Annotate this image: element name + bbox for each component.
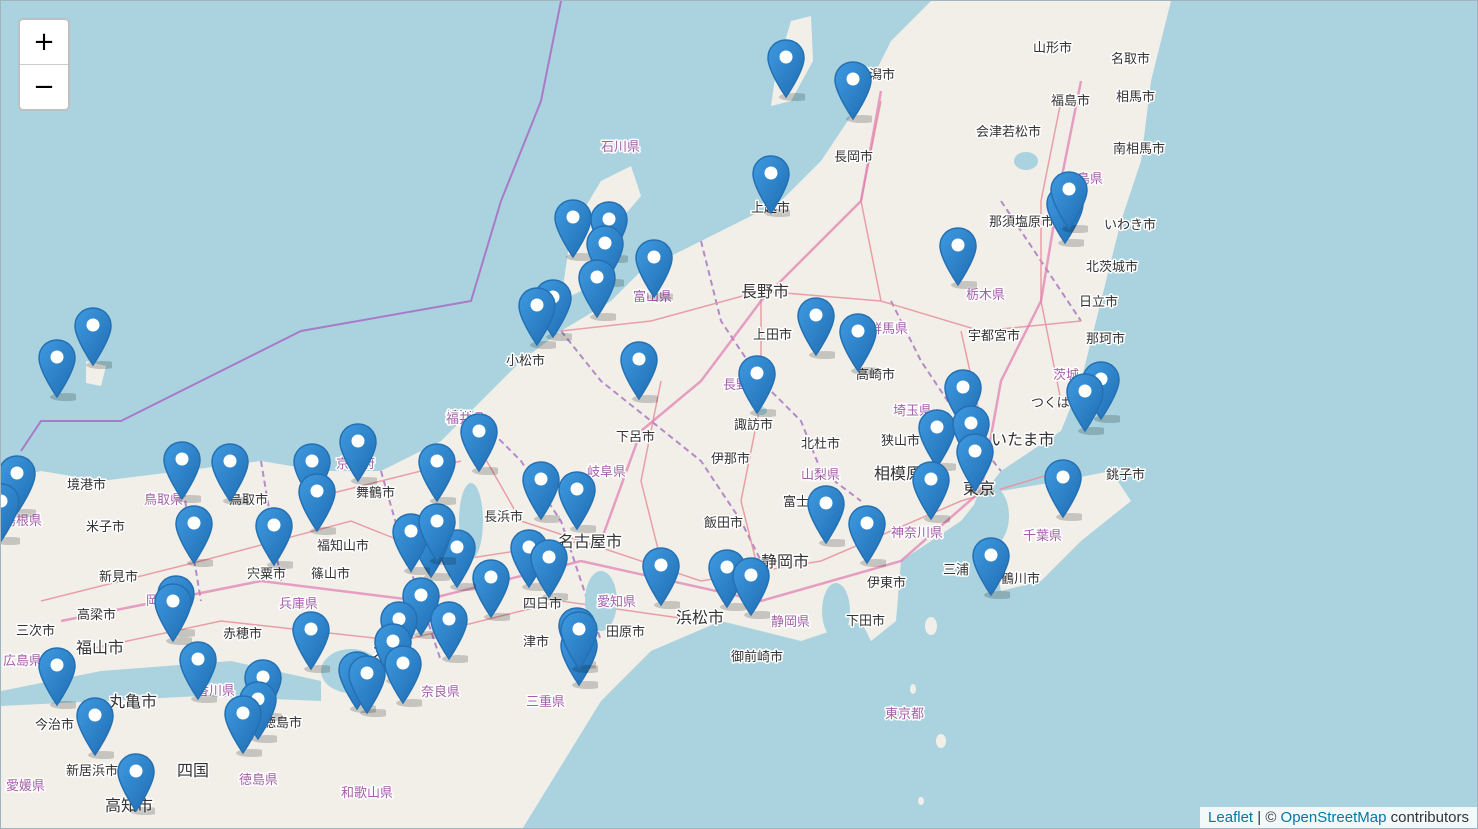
svg-text:千葉県: 千葉県: [1023, 529, 1062, 544]
svg-text:愛知県: 愛知県: [597, 594, 636, 610]
svg-text:小松市: 小松市: [506, 353, 545, 369]
svg-text:諏訪市: 諏訪市: [734, 417, 773, 433]
svg-text:那珂市: 那珂市: [1086, 331, 1125, 347]
svg-text:境港市: 境港市: [67, 477, 106, 493]
svg-text:三次市: 三次市: [16, 623, 55, 639]
osm-link[interactable]: OpenStreetMap: [1281, 809, 1387, 826]
svg-text:津市: 津市: [523, 634, 549, 650]
map-container[interactable]: 山形市 名取市 新潟市 福島市 相馬市 会津若松市 南相馬市 長岡市 那須塩原市…: [0, 0, 1478, 829]
svg-text:三浦: 三浦: [943, 563, 969, 578]
svg-text:東京都: 東京都: [885, 706, 924, 722]
lake-inawashiro: [1014, 152, 1038, 170]
zoom-control: + −: [18, 18, 70, 111]
zoom-out-button[interactable]: −: [20, 64, 68, 109]
svg-text:和歌山県: 和歌山県: [341, 786, 393, 801]
svg-text:米子市: 米子市: [86, 519, 125, 535]
eez-line: [20, 1, 562, 452]
svg-text:今治市: 今治市: [35, 717, 74, 733]
svg-text:下呂市: 下呂市: [616, 429, 655, 445]
svg-text:田原市: 田原市: [606, 624, 645, 640]
leaflet-link[interactable]: Leaflet: [1208, 809, 1253, 826]
svg-text:愛媛県: 愛媛県: [6, 779, 45, 794]
svg-text:北杜市: 北杜市: [801, 436, 840, 452]
svg-text:広島県: 広島県: [3, 654, 42, 669]
svg-text:御前崎市: 御前崎市: [731, 649, 783, 665]
svg-text:下田市: 下田市: [846, 613, 885, 629]
svg-text:那須塩原市: 那須塩原市: [989, 214, 1054, 230]
svg-text:浜松市: 浜松市: [676, 608, 724, 627]
svg-text:神奈川県: 神奈川県: [891, 526, 943, 541]
svg-text:山梨県: 山梨県: [801, 468, 840, 483]
svg-text:伊那市: 伊那市: [711, 451, 750, 467]
svg-text:名古屋市: 名古屋市: [558, 532, 622, 551]
svg-text:つくば: つくば: [1031, 396, 1070, 411]
svg-text:福山市: 福山市: [76, 638, 124, 657]
svg-text:鶴川市: 鶴川市: [1001, 571, 1040, 587]
svg-text:赤穂市: 赤穂市: [223, 626, 262, 642]
map-marker[interactable]: [74, 307, 118, 369]
svg-text:石川県: 石川県: [601, 140, 640, 155]
svg-text:会津若松市: 会津若松市: [976, 124, 1041, 140]
svg-text:相馬市: 相馬市: [1116, 89, 1155, 105]
svg-text:篠山市: 篠山市: [311, 566, 350, 582]
svg-text:狭山市: 狭山市: [881, 433, 920, 449]
svg-text:新居浜市: 新居浜市: [66, 763, 118, 779]
svg-text:静岡県: 静岡県: [771, 615, 810, 630]
svg-text:四国: 四国: [177, 761, 209, 780]
svg-text:宇都宮市: 宇都宮市: [968, 328, 1020, 344]
svg-text:北茨城市: 北茨城市: [1086, 259, 1138, 275]
attribution: Leaflet | © OpenStreetMap contributors: [1200, 807, 1477, 828]
basemap[interactable]: 山形市 名取市 新潟市 福島市 相馬市 会津若松市 南相馬市 長岡市 那須塩原市…: [1, 1, 1478, 829]
svg-text:岐阜県: 岐阜県: [587, 464, 626, 480]
map-marker[interactable]: [38, 339, 82, 401]
svg-text:舞鶴市: 舞鶴市: [356, 485, 395, 501]
attribution-contributors: contributors: [1386, 809, 1469, 826]
svg-text:福知山市: 福知山市: [317, 538, 369, 554]
svg-text:長岡市: 長岡市: [834, 149, 873, 165]
svg-text:徳島県: 徳島県: [239, 773, 278, 788]
svg-text:名取市: 名取市: [1111, 51, 1150, 67]
svg-text:栃木県: 栃木県: [966, 288, 1005, 303]
svg-text:上田市: 上田市: [753, 327, 792, 343]
svg-text:伊東市: 伊東市: [867, 575, 906, 591]
svg-text:山形市: 山形市: [1033, 40, 1072, 56]
svg-text:いたま市: いたま市: [991, 430, 1055, 449]
svg-text:新見市: 新見市: [99, 569, 138, 585]
svg-text:銚子市: 銚子市: [1106, 467, 1145, 483]
svg-text:福島市: 福島市: [1051, 93, 1090, 109]
suruga-bay: [822, 583, 850, 639]
svg-text:富士: 富士: [783, 494, 809, 510]
svg-text:丸亀市: 丸亀市: [109, 692, 157, 711]
zoom-in-button[interactable]: +: [20, 20, 68, 64]
svg-text:日立市: 日立市: [1079, 294, 1118, 310]
svg-text:奈良県: 奈良県: [421, 684, 460, 700]
svg-text:兵庫県: 兵庫県: [279, 597, 318, 612]
svg-text:静岡市: 静岡市: [761, 552, 809, 571]
attribution-separator: | ©: [1253, 809, 1281, 826]
svg-text:いわき市: いわき市: [1104, 217, 1156, 233]
svg-text:三重県: 三重県: [526, 694, 565, 710]
svg-text:高梁市: 高梁市: [77, 607, 116, 623]
svg-text:長野市: 長野市: [741, 282, 789, 301]
svg-text:南相馬市: 南相馬市: [1113, 141, 1165, 157]
svg-text:飯田市: 飯田市: [704, 515, 743, 531]
svg-text:長浜市: 長浜市: [484, 509, 523, 525]
